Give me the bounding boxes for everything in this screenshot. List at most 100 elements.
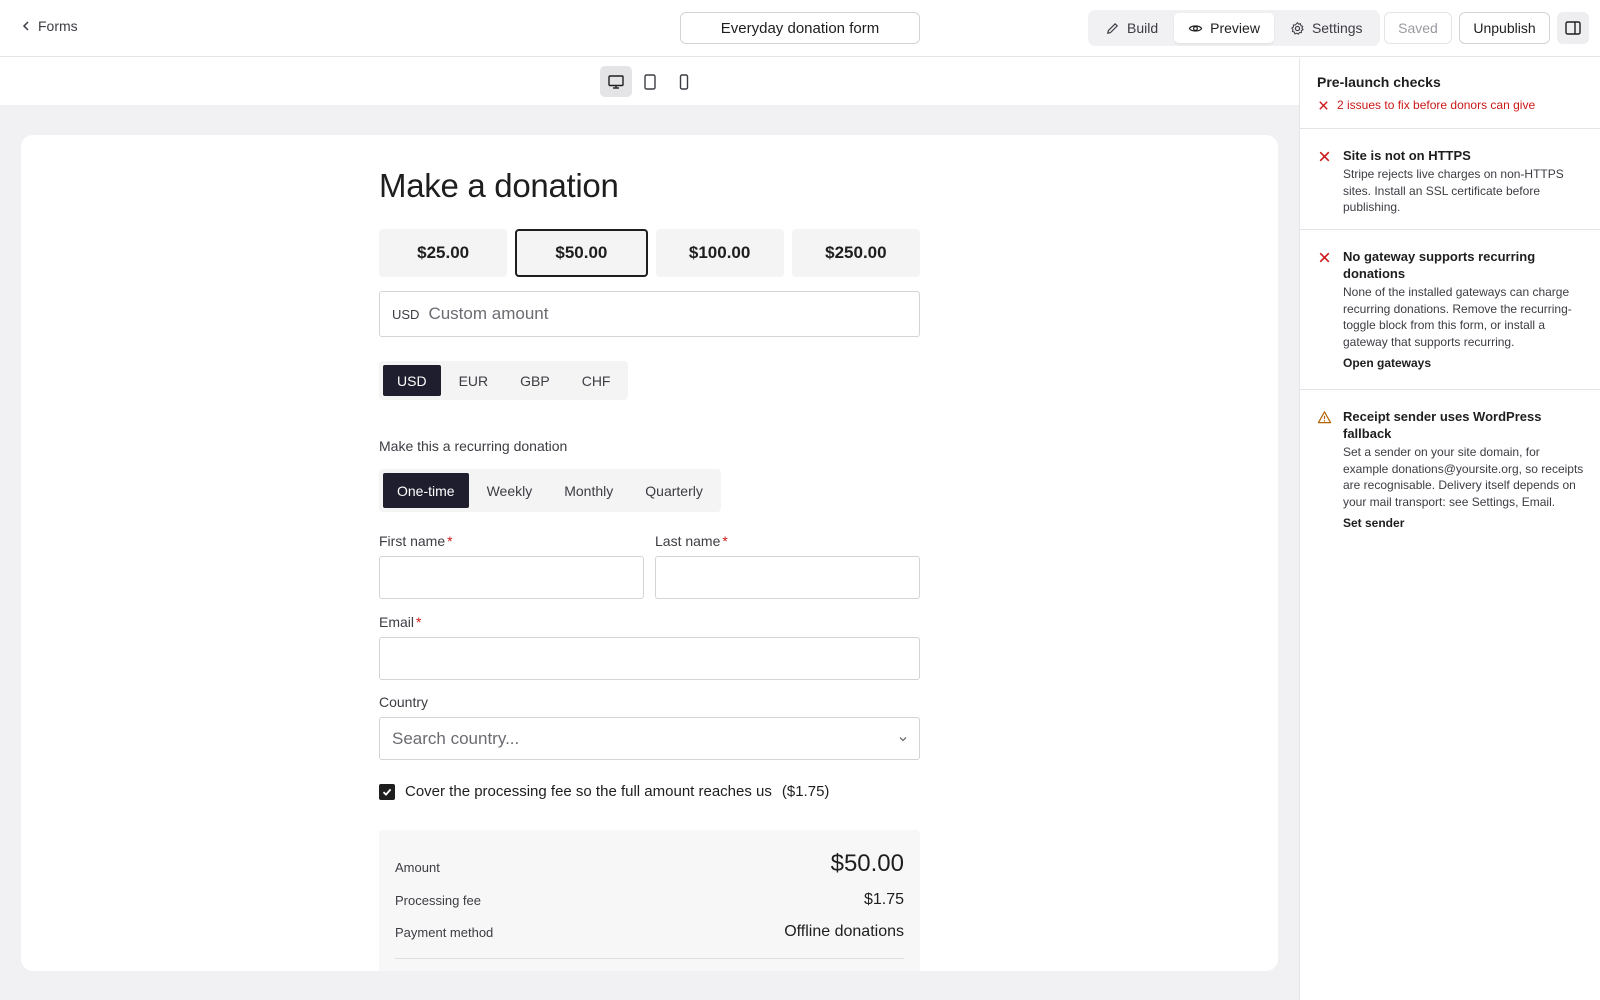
tab-build-label: Build (1127, 20, 1159, 36)
tablet-icon (644, 73, 656, 90)
donation-summary: Amount $50.00 Processing fee $1.75 Payme… (379, 830, 920, 971)
amount-option[interactable]: $100.00 (655, 229, 784, 277)
custom-amount-currency: USD (392, 306, 420, 322)
last-name-input[interactable] (655, 556, 920, 599)
cover-fee-text: Cover the processing fee so the full amo… (405, 783, 772, 800)
issue-description: Stripe rejects live charges on non-HTTPS… (1343, 167, 1564, 214)
pre-launch-checks-panel: Pre-launch checks 2 issues to fix before… (1299, 58, 1600, 1000)
currency-selector: USD EUR GBP CHF (379, 361, 629, 400)
country-placeholder: Search country... (392, 728, 520, 748)
required-mark: * (416, 614, 422, 630)
tablet-view-button[interactable] (634, 66, 666, 97)
summary-fee-row: Processing fee $1.75 (395, 890, 904, 910)
sidebar-toggle-icon (1565, 21, 1581, 35)
issue-title: Receipt sender uses WordPress fallback (1343, 409, 1542, 441)
donation-form-preview: Make a donation $25.00 $50.00 $100.00 $2… (21, 135, 1278, 971)
back-label: Forms (38, 18, 78, 34)
tab-preview-label: Preview (1210, 20, 1260, 36)
currency-option-chf[interactable]: CHF (568, 365, 625, 396)
summary-method-row: Payment method Offline donations (395, 922, 904, 942)
issue-description: Set a sender on your site domain, for ex… (1343, 445, 1584, 509)
gear-icon (1291, 21, 1304, 35)
form-title-field[interactable]: Everyday donation form (680, 12, 920, 44)
mode-tabs: Build Preview Settings (1088, 10, 1380, 46)
custom-amount-field: USD (379, 291, 920, 337)
tab-preview[interactable]: Preview (1174, 13, 1274, 43)
summary-method-value: Offline donations (784, 923, 904, 940)
tab-settings[interactable]: Settings (1276, 13, 1377, 43)
mobile-icon (679, 73, 689, 90)
checks-title: Pre-launch checks (1317, 74, 1441, 90)
checks-summary-text: 2 issues to fix before donors can give (1337, 98, 1536, 112)
summary-method-label: Payment method (395, 924, 494, 940)
currency-option-usd[interactable]: USD (383, 365, 441, 396)
checks-header: Pre-launch checks 2 issues to fix before… (1300, 58, 1600, 129)
error-icon (1319, 151, 1330, 162)
country-select[interactable]: Search country... (379, 717, 920, 760)
frequency-option-weekly[interactable]: Weekly (473, 473, 547, 508)
email-label-text: Email (379, 614, 415, 630)
checkmark-icon (382, 788, 392, 796)
amount-options: $25.00 $50.00 $100.00 $250.00 (379, 229, 920, 277)
top-bar: Forms Everyday donation form Build Previ… (0, 0, 1600, 57)
summary-divider (395, 958, 904, 959)
form-heading: Make a donation (379, 167, 619, 204)
frequency-selector: One-time Weekly Monthly Quarterly (379, 469, 721, 512)
saved-button[interactable]: Saved (1384, 12, 1452, 44)
country-label: Country (379, 694, 429, 710)
currency-option-eur[interactable]: EUR (445, 365, 503, 396)
cover-fee-amount: ($1.75) (781, 783, 830, 800)
error-icon (1319, 100, 1328, 110)
desktop-view-button[interactable] (600, 66, 632, 97)
issue-body: No gateway supports recurring donations … (1343, 248, 1588, 372)
issue-item: No gateway supports recurring donations … (1300, 230, 1600, 390)
cover-fee-checkbox[interactable] (379, 783, 395, 800)
frequency-option-one-time[interactable]: One-time (383, 473, 469, 508)
amount-option[interactable]: $25.00 (379, 229, 508, 277)
summary-amount-label: Amount (395, 859, 440, 875)
desktop-icon (608, 74, 624, 89)
frequency-option-quarterly[interactable]: Quarterly (631, 473, 717, 508)
device-switcher (0, 58, 1299, 105)
summary-amount-row: Amount $50.00 (395, 850, 904, 878)
last-name-label: Last name * (655, 533, 728, 549)
summary-fee-label: Processing fee (395, 892, 481, 908)
first-name-label-text: First name (379, 533, 446, 549)
pencil-icon (1107, 22, 1119, 34)
currency-option-gbp[interactable]: GBP (506, 365, 564, 396)
custom-amount-input[interactable] (428, 304, 869, 324)
first-name-input[interactable] (379, 556, 644, 599)
summary-fee-value: $1.75 (863, 891, 904, 908)
amount-option-selected[interactable]: $50.00 (515, 229, 648, 277)
chevron-left-icon (22, 21, 29, 31)
tab-build[interactable]: Build (1091, 13, 1172, 43)
email-input[interactable] (379, 637, 920, 680)
tab-settings-label: Settings (1311, 20, 1363, 36)
issue-title: No gateway supports recurring donations (1343, 249, 1536, 281)
issue-title: Site is not on HTTPS (1343, 148, 1471, 163)
issue-body: Site is not on HTTPS Stripe rejects live… (1343, 147, 1588, 216)
summary-amount-value: $50.00 (830, 850, 904, 877)
frequency-option-monthly[interactable]: Monthly (550, 473, 627, 508)
issue-item: Receipt sender uses WordPress fallback S… (1300, 390, 1600, 570)
first-name-label: First name * (379, 533, 453, 549)
mobile-view-button[interactable] (668, 66, 700, 97)
chevron-down-icon (899, 737, 907, 742)
error-icon (1319, 252, 1330, 263)
set-sender-link[interactable]: Set sender (1343, 516, 1404, 530)
cover-fee-row: Cover the processing fee so the full amo… (379, 783, 829, 800)
sidebar-toggle-button[interactable] (1557, 12, 1589, 44)
email-label: Email * (379, 614, 421, 630)
unpublish-button[interactable]: Unpublish (1459, 12, 1550, 44)
back-to-forms-link[interactable]: Forms (20, 18, 78, 34)
amount-option[interactable]: $250.00 (791, 229, 920, 277)
recurring-label: Make this a recurring donation (379, 438, 568, 454)
last-name-label-text: Last name (655, 533, 721, 549)
issue-description: None of the installed gateways can charg… (1343, 285, 1572, 349)
required-mark: * (447, 533, 453, 549)
checks-summary: 2 issues to fix before donors can give (1317, 98, 1535, 112)
warning-icon (1317, 411, 1332, 424)
preview-canvas: Make a donation $25.00 $50.00 $100.00 $2… (0, 58, 1299, 1000)
issue-body: Receipt sender uses WordPress fallback S… (1343, 408, 1588, 532)
open-gateways-link[interactable]: Open gateways (1343, 356, 1431, 370)
